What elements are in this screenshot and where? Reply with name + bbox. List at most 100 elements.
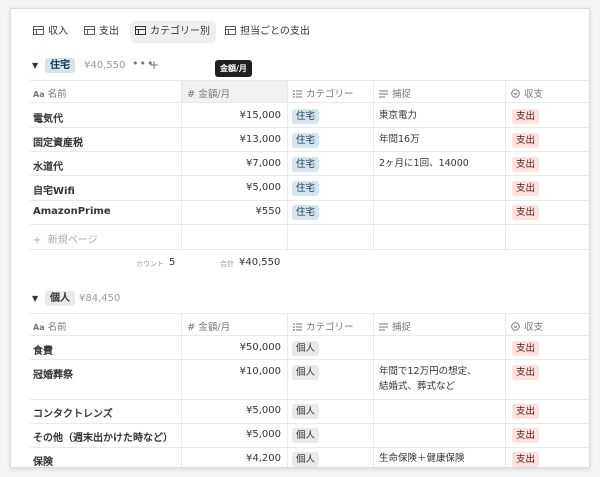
category-pill: 住宅 (292, 133, 320, 148)
divider (30, 224, 589, 225)
divider (30, 423, 589, 424)
column-type[interactable]: 収支 (511, 86, 543, 100)
row-amount: ¥4,200 (246, 453, 281, 464)
column-type[interactable]: 収支 (511, 319, 543, 333)
tab-label: 支出 (99, 26, 119, 37)
count-label: カウント (136, 260, 164, 268)
divider (30, 151, 589, 152)
divider (30, 399, 589, 400)
column-note[interactable]: 捕捉 (379, 86, 411, 100)
type-pill: 支出 (512, 365, 540, 380)
table-icon (135, 25, 146, 35)
table-icon (225, 25, 236, 35)
row-name: 保険 (33, 457, 53, 468)
column-amount[interactable]: # 金額/月 (187, 319, 230, 333)
table-icon (33, 25, 44, 35)
row-name: 自宅Wifi (33, 186, 75, 197)
row-name: その他（週末出かけた時など） (33, 433, 173, 444)
number-icon: # (187, 89, 196, 100)
column-note[interactable]: 捕捉 (379, 319, 411, 333)
type-pill: 支出 (512, 109, 540, 124)
column-amount[interactable]: # 金額/月 (187, 86, 230, 100)
category-pill: 個人 (292, 365, 320, 380)
divider (30, 447, 589, 448)
category-pill: 住宅 (292, 181, 320, 196)
row-amount: ¥50,000 (239, 342, 281, 353)
row-note: 2ヶ月に1回、14000 (379, 158, 469, 169)
divider (30, 127, 589, 128)
row-amount: ¥13,000 (239, 134, 281, 145)
category-pill: 個人 (292, 404, 320, 419)
row-name: 電気代 (33, 114, 63, 125)
tab-label: 収入 (48, 26, 68, 37)
group-total: ¥84,450 (79, 293, 121, 304)
divider (30, 200, 589, 201)
tab-expense[interactable]: 支出 (79, 21, 125, 43)
view-tabs: 収入 支出 カテゴリー別 担当ごとの支出 (11, 21, 589, 43)
column-divider (181, 314, 182, 467)
group-tag: 個人 (45, 291, 75, 306)
database-view: 収入 支出 カテゴリー別 担当ごとの支出 ▼ 住宅 ¥40,550 ••• + … (10, 8, 590, 468)
tab-label: カテゴリー別 (150, 26, 210, 37)
type-pill: 支出 (512, 428, 540, 443)
category-pill: 個人 (292, 428, 320, 443)
add-icon[interactable]: + (149, 58, 159, 72)
tab-by-owner[interactable]: 担当ごとの支出 (220, 21, 316, 43)
column-divider (505, 314, 506, 467)
column-divider (287, 81, 288, 251)
type-pill: 支出 (512, 181, 540, 196)
new-page-button[interactable]: + 新規ページ (33, 231, 98, 246)
column-name[interactable]: Aa 名前 (33, 319, 67, 333)
column-category[interactable]: カテゴリー (293, 86, 354, 100)
row-note: 年間で12万円の想定、 (379, 366, 477, 377)
column-divider (505, 81, 506, 251)
row-note: 東京電力 (379, 110, 418, 121)
column-divider (373, 314, 374, 467)
list-icon (293, 322, 302, 331)
divider (30, 175, 589, 176)
row-name: 食費 (33, 346, 53, 357)
row-name: 水道代 (33, 162, 63, 173)
row-amount: ¥5,000 (246, 182, 281, 193)
row-name: コンタクトレンズ (33, 409, 113, 420)
category-pill: 個人 (292, 341, 320, 356)
column-divider (287, 314, 288, 467)
category-pill: 住宅 (292, 205, 320, 220)
column-name[interactable]: Aa 名前 (33, 86, 67, 100)
group-toggle-icon[interactable]: ▼ (32, 61, 38, 70)
sum-label: 合計 (220, 260, 234, 268)
table-icon (84, 25, 95, 35)
tab-label: 担当ごとの支出 (240, 26, 310, 37)
column-tooltip: 金額/月 (215, 60, 252, 77)
row-name: AmazonPrime (33, 206, 111, 217)
column-divider (181, 81, 182, 251)
group-tag: 住宅 (45, 58, 75, 73)
list-icon (293, 89, 302, 98)
row-note-line2: 結婚式、葬式など (379, 381, 456, 392)
row-note: 年間16万 (379, 134, 420, 145)
category-pill: 個人 (292, 452, 320, 467)
select-icon (511, 89, 520, 98)
number-icon: # (187, 322, 196, 333)
type-pill: 支出 (512, 452, 540, 467)
row-amount: ¥5,000 (246, 405, 281, 416)
column-category[interactable]: カテゴリー (293, 319, 354, 333)
category-pill: 住宅 (292, 157, 320, 172)
row-amount: ¥15,000 (239, 110, 281, 121)
divider (30, 249, 589, 250)
row-amount: ¥550 (255, 206, 281, 217)
type-pill: 支出 (512, 404, 540, 419)
row-amount: ¥5,000 (246, 429, 281, 440)
row-amount: ¥7,000 (246, 158, 281, 169)
select-icon (511, 322, 520, 331)
group-toggle-icon[interactable]: ▼ (32, 294, 38, 303)
tab-by-category[interactable]: カテゴリー別 (130, 21, 216, 43)
type-pill: 支出 (512, 341, 540, 356)
row-note: 生命保険＋健康保険 (379, 453, 465, 464)
count-value: 5 (169, 257, 176, 268)
type-pill: 支出 (512, 205, 540, 220)
tab-income[interactable]: 収入 (28, 21, 74, 43)
text-icon (379, 90, 388, 97)
column-divider (373, 81, 374, 251)
category-pill: 住宅 (292, 109, 320, 124)
